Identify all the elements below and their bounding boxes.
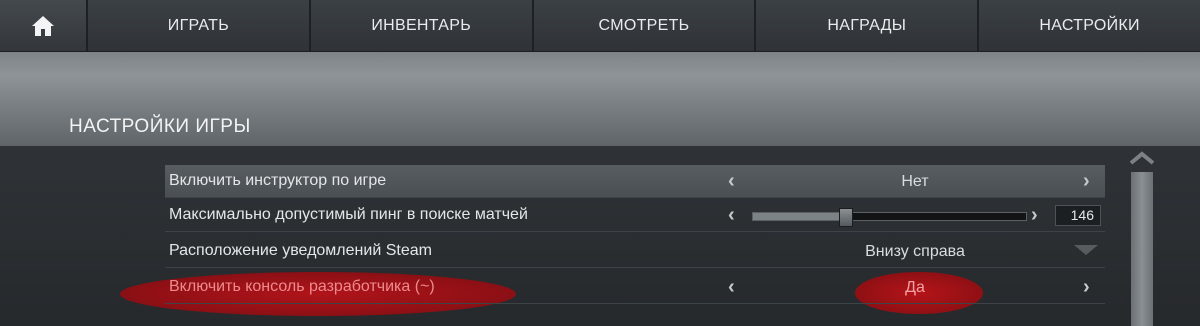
ping-value-input[interactable]: 146: [1055, 205, 1101, 226]
setting-row-steam-notifications[interactable]: Расположение уведомлений Steam Внизу спр…: [165, 235, 1105, 268]
setting-label: Максимально допустимый пинг в поиске мат…: [169, 206, 528, 223]
slider-thumb[interactable]: [838, 208, 853, 227]
home-icon: [32, 15, 54, 36]
nav-play[interactable]: ИГРАТЬ: [88, 0, 311, 51]
nav-settings[interactable]: НАСТРОЙКИ: [979, 0, 1200, 51]
setting-label: Включить инструктор по игре: [169, 172, 387, 189]
arrow-left-icon[interactable]: ‹: [728, 170, 735, 192]
setting-value: Да: [905, 279, 925, 296]
ping-slider[interactable]: [752, 208, 1027, 227]
chevron-down-icon[interactable]: [1074, 245, 1098, 255]
setting-row-max-ping[interactable]: Максимально допустимый пинг в поиске мат…: [165, 199, 1105, 232]
arrow-right-icon[interactable]: ›: [1031, 204, 1038, 226]
scroll-up-icon[interactable]: [1129, 150, 1155, 166]
top-nav: ИГРАТЬ ИНВЕНТАРЬ СМОТРЕТЬ НАГРАДЫ НАСТРО…: [0, 0, 1200, 52]
arrow-right-icon[interactable]: ›: [1083, 170, 1090, 192]
setting-row-instructor[interactable]: Включить инструктор по игре ‹ Нет ›: [165, 165, 1105, 198]
home-button[interactable]: [0, 0, 88, 51]
setting-row-dev-console[interactable]: Включить консоль разработчика (~) ‹ Да ›: [165, 271, 1105, 304]
nav-inventory[interactable]: ИНВЕНТАРЬ: [310, 0, 534, 51]
nav-awards[interactable]: НАГРАДЫ: [756, 0, 980, 51]
scrollbar[interactable]: [1131, 172, 1153, 326]
setting-value: Внизу справа: [865, 243, 965, 260]
arrow-left-icon[interactable]: ‹: [728, 276, 735, 298]
page-title: НАСТРОЙКИ ИГРЫ: [69, 116, 251, 137]
arrow-left-icon[interactable]: ‹: [728, 204, 735, 226]
setting-value: Нет: [901, 173, 929, 190]
slider-fill: [753, 213, 846, 220]
nav-watch[interactable]: СМОТРЕТЬ: [533, 0, 757, 51]
setting-label: Включить консоль разработчика (~): [169, 278, 435, 295]
arrow-right-icon[interactable]: ›: [1083, 276, 1090, 298]
setting-label: Расположение уведомлений Steam: [169, 242, 432, 259]
